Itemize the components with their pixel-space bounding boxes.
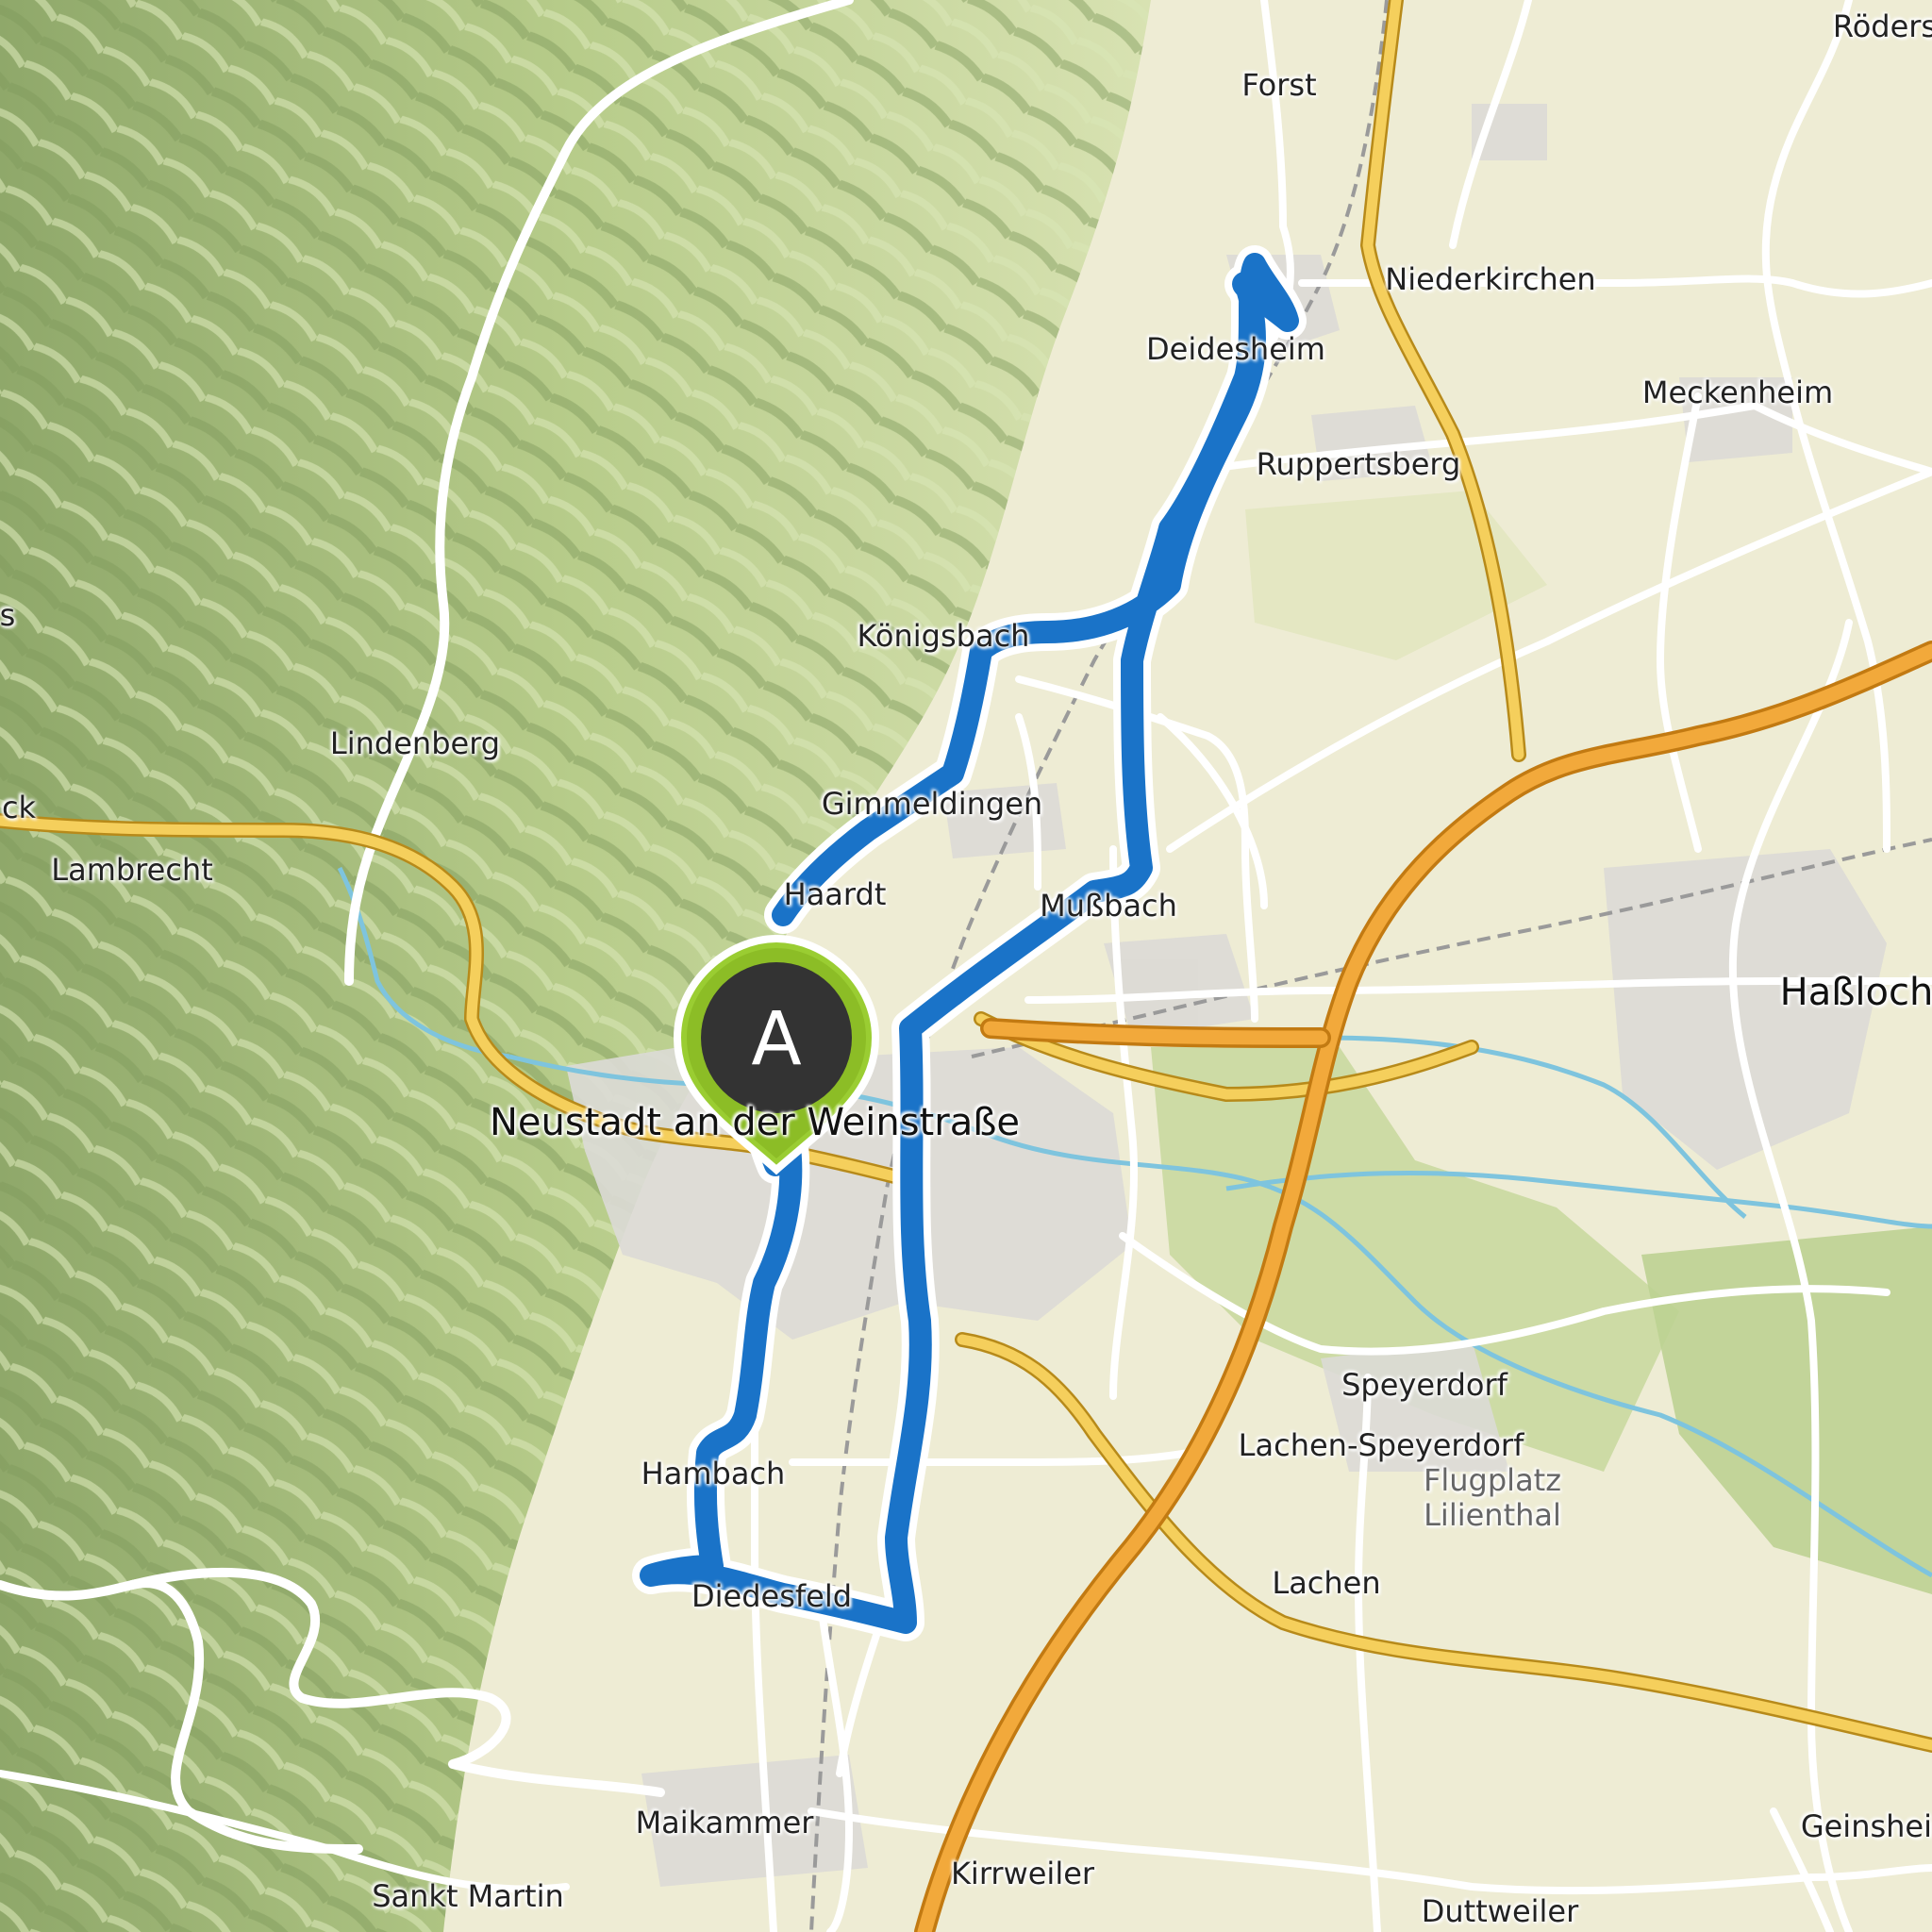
place-label-forst: Forst: [1241, 67, 1317, 103]
place-label-maikammer: Maikammer: [635, 1805, 814, 1840]
place-label-gimmeldingen: Gimmeldingen: [821, 786, 1043, 822]
place-label-edge-partial: s: [0, 597, 16, 633]
place-label-duttweiler: Duttweiler: [1421, 1893, 1579, 1929]
place-label-geinsheim: Geinsheim: [1800, 1808, 1932, 1844]
place-label-sankt-martin: Sankt Martin: [372, 1878, 564, 1914]
place-label-niederkirchen: Niederkirchen: [1385, 261, 1596, 297]
place-label-hassloch: Haßloch: [1779, 971, 1932, 1014]
place-label-lachen: Lachen: [1272, 1565, 1381, 1601]
place-label-kirrweiler: Kirrweiler: [950, 1856, 1095, 1891]
place-label-hambach: Hambach: [641, 1456, 786, 1491]
place-label-meckenheim: Meckenheim: [1641, 375, 1834, 410]
place-label-diedesfeld: Diedesfeld: [691, 1578, 853, 1614]
place-label-koenigsbach: Königsbach: [857, 618, 1030, 654]
marker-letter: A: [751, 997, 802, 1082]
map-view[interactable]: A Röders Forst Niederkirchen Deidesheim Meck…: [0, 0, 1932, 1932]
place-label-mussbach: Mußbach: [1040, 888, 1177, 924]
place-label-frankeneck-partial: ck: [1, 790, 37, 825]
map-background: [0, 0, 1932, 1932]
place-label-lachen-speyerdorf: Lachen-Speyerdorf: [1238, 1427, 1524, 1463]
place-label-speyerdorf: Speyerdorf: [1341, 1367, 1507, 1403]
place-label-lambrecht: Lambrecht: [51, 852, 213, 888]
place-label-neustadt: Neustadt an der Weinstraße: [489, 1101, 1021, 1144]
place-label-deidesheim: Deidesheim: [1146, 331, 1325, 367]
place-label-roedersheim: Röders: [1832, 8, 1932, 44]
place-label-lindenberg: Lindenberg: [329, 725, 501, 761]
place-label-ruppertsberg: Ruppertsberg: [1256, 446, 1461, 482]
place-label-haardt: Haardt: [783, 876, 887, 912]
place-label-flugplatz: Flugplatz Lilienthal: [1423, 1462, 1562, 1533]
